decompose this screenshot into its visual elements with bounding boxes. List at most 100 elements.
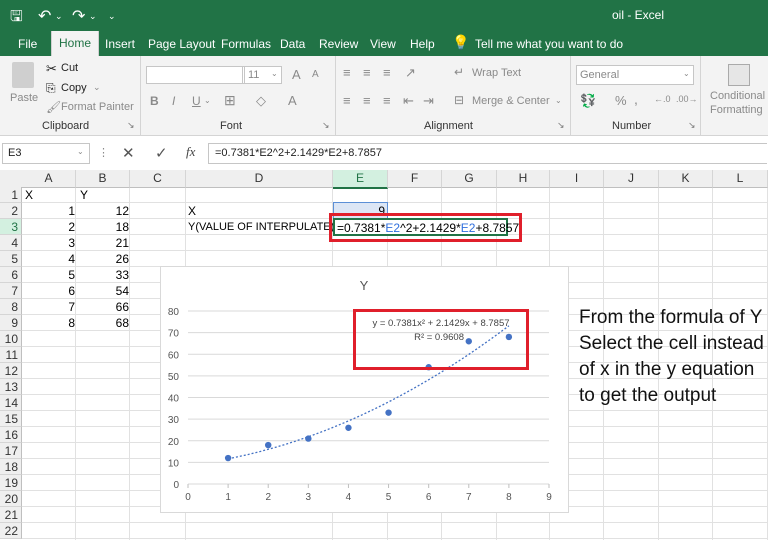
cell-B4[interactable]: 21	[76, 235, 129, 251]
row-header-20[interactable]: 20	[0, 491, 22, 507]
cell-A6[interactable]: 5	[23, 267, 75, 283]
increase-indent-icon[interactable]: ⇥	[423, 93, 434, 109]
cell-D2[interactable]: X	[188, 203, 196, 219]
paste-button[interactable]: Paste	[10, 92, 38, 104]
cell-A2[interactable]: 1	[23, 203, 75, 219]
tab-data[interactable]: Data	[280, 37, 305, 51]
conditional-formatting-button[interactable]: Conditional	[710, 90, 765, 102]
conditional-formatting-icon[interactable]	[728, 64, 750, 86]
wrap-text-button[interactable]: Wrap Text	[472, 67, 521, 79]
fill-color-icon[interactable]: ◇	[256, 93, 266, 109]
row-header-16[interactable]: 16	[0, 427, 22, 443]
row-header-5[interactable]: 5	[0, 251, 22, 267]
column-header-k[interactable]: K	[659, 170, 713, 188]
column-header-j[interactable]: J	[604, 170, 659, 188]
underline-dropdown-icon[interactable]: ⌄	[204, 96, 211, 105]
cancel-icon[interactable]: ✕	[122, 144, 135, 162]
tab-formulas[interactable]: Formulas	[221, 37, 271, 51]
column-header-i[interactable]: I	[550, 170, 604, 188]
accounting-format-icon[interactable]: 💱	[580, 93, 596, 109]
grow-font-button[interactable]: A	[292, 67, 301, 82]
tab-help[interactable]: Help	[410, 37, 435, 51]
row-header-8[interactable]: 8	[0, 299, 22, 315]
customize-toolbar-icon[interactable]: ⌄	[108, 11, 116, 22]
row-header-7[interactable]: 7	[0, 283, 22, 299]
font-name-select[interactable]	[146, 66, 244, 84]
cell-B1[interactable]: Y	[80, 187, 88, 203]
row-header-19[interactable]: 19	[0, 475, 22, 491]
cell-A1[interactable]: X	[25, 187, 33, 203]
row-header-10[interactable]: 10	[0, 331, 22, 347]
row-header-18[interactable]: 18	[0, 459, 22, 475]
tab-review[interactable]: Review	[319, 37, 358, 51]
align-right-icon[interactable]: ≡	[383, 93, 391, 108]
name-box-dropdown-icon[interactable]: ⌄	[77, 147, 84, 156]
tab-page-layout[interactable]: Page Layout	[148, 37, 215, 51]
align-left-icon[interactable]: ≡	[343, 93, 351, 108]
increase-decimal-icon[interactable]: ←.0	[654, 94, 671, 104]
bottom-align-icon[interactable]: ≡	[383, 65, 391, 80]
scatter-chart[interactable]: Y 0 10 20 30 40 50 60 70 80 0 1 2 3 4 5 6 7 8 9 y = 0.7381x²…	[160, 266, 569, 513]
row-header-3[interactable]: 3	[0, 219, 22, 235]
row-header-4[interactable]: 4	[0, 235, 22, 251]
decrease-decimal-icon[interactable]: .00→	[676, 94, 698, 104]
copy-dropdown-icon[interactable]: ⌄	[93, 82, 101, 93]
italic-button[interactable]: I	[172, 94, 175, 108]
cell-A9[interactable]: 8	[23, 315, 75, 331]
cell-B3[interactable]: 18	[76, 219, 129, 235]
top-align-icon[interactable]: ≡	[343, 65, 351, 80]
insert-function-button[interactable]: fx	[186, 144, 195, 160]
tab-insert[interactable]: Insert	[105, 37, 135, 51]
save-icon[interactable]: 🖫	[10, 6, 23, 31]
font-color-icon[interactable]: A	[288, 93, 297, 108]
cell-A8[interactable]: 7	[23, 299, 75, 315]
cut-button[interactable]: Cut	[61, 62, 78, 74]
cell-B6[interactable]: 33	[76, 267, 129, 283]
tab-home[interactable]: Home	[51, 31, 100, 56]
column-header-a[interactable]: A	[22, 170, 76, 188]
cell-A3[interactable]: 2	[23, 219, 75, 235]
column-header-c[interactable]: C	[130, 170, 186, 188]
merge-dropdown-icon[interactable]: ⌄	[555, 96, 562, 105]
column-header-l[interactable]: L	[713, 170, 768, 188]
font-launcher-icon[interactable]: ↘	[322, 120, 330, 131]
undo-dropdown-icon[interactable]: ⌄	[55, 11, 63, 22]
middle-align-icon[interactable]: ≡	[363, 65, 371, 80]
tab-file[interactable]: File	[18, 37, 37, 51]
redo-dropdown-icon[interactable]: ⌄	[89, 11, 97, 22]
row-header-13[interactable]: 13	[0, 379, 22, 395]
number-launcher-icon[interactable]: ↘	[688, 120, 696, 131]
row-header-14[interactable]: 14	[0, 395, 22, 411]
column-header-e[interactable]: E	[333, 170, 388, 189]
align-center-icon[interactable]: ≡	[363, 93, 371, 108]
column-header-d[interactable]: D	[186, 170, 333, 188]
row-header-17[interactable]: 17	[0, 443, 22, 459]
borders-icon[interactable]: ⊞	[224, 92, 236, 109]
clipboard-launcher-icon[interactable]: ↘	[127, 120, 135, 131]
column-header-f[interactable]: F	[388, 170, 442, 188]
bold-button[interactable]: B	[150, 94, 159, 108]
cell-B2[interactable]: 12	[76, 203, 129, 219]
orientation-icon[interactable]: ↗	[405, 65, 416, 81]
format-painter-button[interactable]: Format Painter	[61, 101, 134, 113]
row-header-15[interactable]: 15	[0, 411, 22, 427]
underline-button[interactable]: U	[192, 94, 201, 108]
undo-icon[interactable]: ↶	[38, 6, 51, 26]
tab-view[interactable]: View	[370, 37, 396, 51]
cell-B8[interactable]: 66	[76, 299, 129, 315]
row-header-6[interactable]: 6	[0, 267, 22, 283]
percent-style-button[interactable]: %	[615, 93, 627, 108]
cell-B9[interactable]: 68	[76, 315, 129, 331]
cell-A5[interactable]: 4	[23, 251, 75, 267]
row-header-22[interactable]: 22	[0, 523, 22, 539]
cell-B7[interactable]: 54	[76, 283, 129, 299]
name-box[interactable]: E3 ⌄	[2, 143, 90, 164]
row-header-11[interactable]: 11	[0, 347, 22, 363]
font-size-select[interactable]: 11 ⌄	[244, 66, 282, 84]
row-header-21[interactable]: 21	[0, 507, 22, 523]
shrink-font-button[interactable]: A	[312, 69, 319, 80]
number-format-select[interactable]: General ⌄	[576, 65, 694, 85]
comma-style-button[interactable]: ,	[634, 91, 638, 107]
merge-center-button[interactable]: Merge & Center	[472, 95, 550, 107]
cell-D3[interactable]: Y(VALUE OF INTERPULATE)	[188, 219, 334, 235]
